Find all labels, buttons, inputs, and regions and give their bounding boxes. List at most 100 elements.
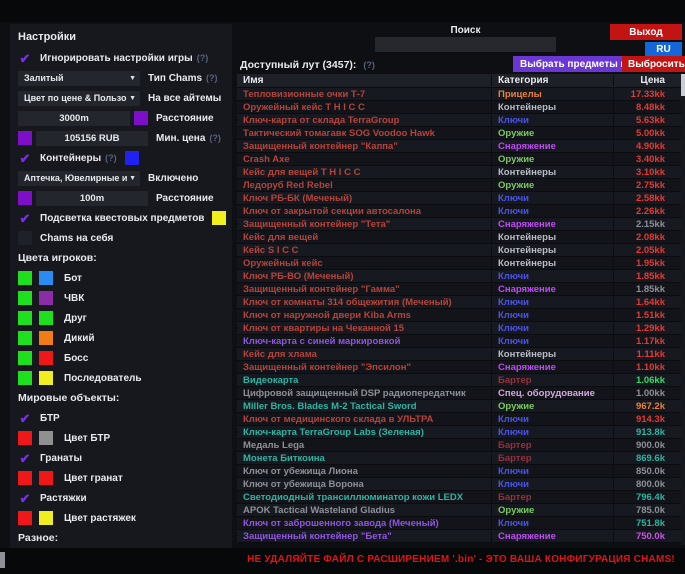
table-row[interactable]: Ключ от заброшенного завода (Меченый) Кл… [237, 517, 685, 530]
scrollbar-thumb[interactable] [681, 74, 685, 96]
player-color-swatch-2[interactable] [39, 351, 53, 365]
player-color-swatch-1[interactable] [18, 311, 32, 325]
table-row[interactable]: Медаль Lega Бартер 900.0k [237, 439, 685, 452]
grenade-color-swatch-1[interactable] [18, 471, 32, 485]
btr-color-swatch-2[interactable] [39, 431, 53, 445]
item-name: APOK Tactical Wasteland Gladius [237, 505, 491, 516]
table-row[interactable]: Ключ-карта от склада TerraGroup Ключи 5.… [237, 114, 685, 127]
player-color-swatch-1[interactable] [18, 371, 32, 385]
color-mode-dropdown[interactable]: Цвет по цене & Пользователь ▼ [18, 91, 140, 106]
table-row[interactable]: Crash Axe Оружие 3.40kk [237, 153, 685, 166]
table-row[interactable]: Кейс для хлама Контейнеры 1.11kk [237, 348, 685, 361]
table-row[interactable]: Защищенный контейнер "Бета" Снаряжение 7… [237, 530, 685, 543]
player-color-swatch-2[interactable] [39, 271, 53, 285]
containers-distance-input[interactable]: 100m [36, 191, 148, 206]
chams-self-label: Chams на себя [40, 233, 113, 244]
btr-color-swatch-1[interactable] [18, 431, 32, 445]
grenades-row[interactable]: ✔ Гранаты [18, 450, 224, 466]
grenade-color-swatch-2[interactable] [39, 471, 53, 485]
search-input[interactable] [375, 37, 556, 52]
item-price: 5.63kk [613, 115, 685, 126]
ignore-game-settings-row[interactable]: ✔ Игнорировать настройки игры (?) [18, 50, 224, 66]
table-row[interactable]: Кейс для вещей Контейнеры 2.08kk [237, 231, 685, 244]
table-row[interactable]: Защищенный контейнер "Тета" Снаряжение 2… [237, 218, 685, 231]
checkbox-checked-icon[interactable]: ✔ [18, 151, 32, 165]
item-price: 1.29kk [613, 323, 685, 334]
table-row[interactable]: Ключ от убежища Ворона Ключи 800.0k [237, 478, 685, 491]
containers-color-swatch[interactable] [125, 151, 139, 165]
player-color-swatch-1[interactable] [18, 331, 32, 345]
table-row[interactable]: APOK Tactical Wasteland Gladius Оружие 7… [237, 504, 685, 517]
checkbox-checked-icon[interactable]: ✔ [18, 51, 32, 65]
table-row[interactable]: Кейс для вещей T H I C C Контейнеры 3.10… [237, 166, 685, 179]
table-row[interactable]: Ключ РБ-БК (Меченый) Ключи 2.58kk [237, 192, 685, 205]
containers-distance-color-swatch[interactable] [18, 191, 32, 205]
table-row[interactable]: Ключ-карта TerraGroup Labs (Зеленая) Клю… [237, 426, 685, 439]
player-color-swatch-1[interactable] [18, 271, 32, 285]
misc-title: Разное: [18, 532, 224, 544]
resize-handle[interactable] [0, 552, 5, 568]
table-row[interactable]: Ключ от квартиры на Чеканной 15 Ключи 1.… [237, 322, 685, 335]
exit-button[interactable]: Выход [610, 24, 682, 40]
help-icon[interactable]: (?) [363, 60, 375, 70]
distance-color-swatch[interactable] [134, 111, 148, 125]
player-color-swatch-2[interactable] [39, 331, 53, 345]
checkbox-checked-icon[interactable]: ✔ [18, 411, 32, 425]
table-row[interactable]: Тактический томагавк SOG Voodoo Hawk Ору… [237, 127, 685, 140]
containers-row[interactable]: ✔ Контейнеры (?) [18, 150, 224, 166]
help-icon[interactable]: (?) [105, 153, 117, 163]
table-row[interactable]: Ключ от комнаты 314 общежития (Меченый) … [237, 296, 685, 309]
min-price-input[interactable]: 105156 RUB [36, 131, 148, 146]
table-row[interactable]: Защищенный контейнер "Каппа" Снаряжение … [237, 140, 685, 153]
table-row[interactable]: Защищенный контейнер "Гамма" Снаряжение … [237, 283, 685, 296]
table-row[interactable]: Ключ от убежища Лиона Ключи 850.0k [237, 465, 685, 478]
player-color-swatch-2[interactable] [39, 311, 53, 325]
drop-all-button[interactable]: Выбросить все [622, 56, 685, 72]
checkbox-checked-icon[interactable]: ✔ [18, 211, 32, 225]
quest-color-swatch[interactable] [212, 211, 226, 225]
player-color-row: ЧВК [18, 290, 224, 306]
player-color-swatch-1[interactable] [18, 291, 32, 305]
btr-row[interactable]: ✔ БТР [18, 410, 224, 426]
table-row[interactable]: Ледоруб Red Rebel Оружие 2.75kk [237, 179, 685, 192]
tripwires-row[interactable]: ✔ Растяжки [18, 490, 224, 506]
checkbox-checked-icon[interactable]: ✔ [18, 491, 32, 505]
quest-highlight-label: Подсветка квестовых предметов [40, 213, 204, 224]
chams-type-dropdown[interactable]: Залитый ▼ [18, 71, 140, 86]
table-row[interactable]: Ключ-карта с синей маркировкой Ключи 1.1… [237, 335, 685, 348]
checkbox-checked-icon[interactable]: ✔ [18, 451, 32, 465]
quest-highlight-row[interactable]: ✔ Подсветка квестовых предметов [18, 210, 224, 226]
checkbox-unchecked-icon[interactable] [18, 231, 32, 245]
table-row[interactable]: Видеокарта Бартер 1.06kk [237, 374, 685, 387]
table-row[interactable]: Оружейный кейс Контейнеры 1.95kk [237, 257, 685, 270]
table-row[interactable]: Ключ РБ-ВО (Меченый) Ключи 1.85kk [237, 270, 685, 283]
table-row[interactable]: Монета Биткоина Бартер 869.6k [237, 452, 685, 465]
table-row[interactable]: Ключ от закрытой секции автосалона Ключи… [237, 205, 685, 218]
scrollbar[interactable] [681, 74, 685, 545]
tripwire-color-swatch-2[interactable] [39, 511, 53, 525]
player-color-swatch-2[interactable] [39, 371, 53, 385]
table-row[interactable]: Оружейный кейс T H I C C Контейнеры 8.48… [237, 101, 685, 114]
chams-self-row[interactable]: Chams на себя [18, 230, 224, 246]
item-price: 1.00kk [613, 388, 685, 399]
item-name: Ключ от убежища Лиона [237, 466, 491, 477]
table-row[interactable]: Тепловизионные очки Т-7 Прицелы 17.33kk [237, 88, 685, 101]
tripwire-color-swatch-1[interactable] [18, 511, 32, 525]
table-row[interactable]: Ключ от наружной двери Kiba Arms Ключи 1… [237, 309, 685, 322]
table-row[interactable]: Miller Bros. Blades M-2 Tactical Sword О… [237, 400, 685, 413]
item-category: Ключи [491, 297, 613, 308]
language-button[interactable]: RU [645, 42, 682, 57]
table-row[interactable]: Защищенный контейнер "Эпсилон" Снаряжени… [237, 361, 685, 374]
table-row[interactable]: Ключ от медицинского склада в УЛЬТРА Клю… [237, 413, 685, 426]
player-color-swatch-1[interactable] [18, 351, 32, 365]
containers-filter-dropdown[interactable]: Аптечка, Ювелирные и... ▼ [18, 171, 140, 186]
player-color-swatch-2[interactable] [39, 291, 53, 305]
help-icon[interactable]: (?) [197, 53, 209, 63]
distance-input[interactable]: 3000m [18, 111, 130, 126]
help-icon[interactable]: (?) [206, 73, 218, 83]
table-row[interactable]: Светодиодный трансиллюминатор кожи LEDX … [237, 491, 685, 504]
table-row[interactable]: Цифровой защищенный DSP радиопередатчик … [237, 387, 685, 400]
table-row[interactable]: Кейс S I C C Контейнеры 2.05kk [237, 244, 685, 257]
help-icon[interactable]: (?) [209, 133, 221, 143]
min-price-color-swatch[interactable] [18, 131, 32, 145]
